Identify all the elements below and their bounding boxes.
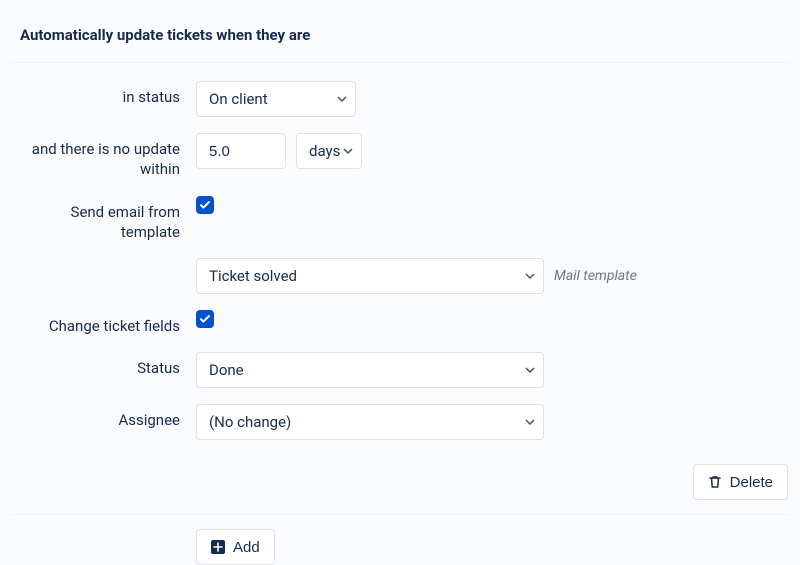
plus-icon	[211, 540, 225, 554]
row-assignee: Assignee (No change)	[12, 404, 788, 440]
duration-unit-select[interactable]: days	[296, 133, 362, 169]
automation-panel: Automatically update tickets when they a…	[0, 0, 800, 565]
duration-unit-value: days	[309, 142, 340, 160]
check-icon	[199, 313, 211, 325]
chevron-down-icon	[337, 94, 347, 104]
new-status-value: Done	[209, 361, 244, 379]
label-assignee: Assignee	[12, 404, 196, 430]
label-in-status: in status	[12, 81, 196, 107]
row-new-status: Status Done	[12, 352, 788, 388]
section-title: Automatically update tickets when they a…	[12, 20, 788, 63]
row-send-email: Send email from template	[12, 196, 788, 243]
label-send-email: Send email from template	[12, 196, 196, 243]
assignee-select[interactable]: (No change)	[196, 404, 544, 440]
assignee-value: (No change)	[209, 413, 291, 431]
delete-row: Delete	[12, 456, 788, 515]
send-email-checkbox[interactable]	[196, 196, 214, 214]
row-change-fields: Change ticket fields	[12, 310, 788, 336]
check-icon	[199, 199, 211, 211]
duration-value-input[interactable]	[196, 133, 286, 169]
mail-template-value: Ticket solved	[209, 267, 297, 285]
status-filter-select[interactable]: On client	[196, 81, 356, 117]
row-mail-template: Ticket solved Mail template	[12, 258, 788, 294]
row-no-update: and there is no update within days	[12, 133, 788, 180]
trash-icon	[708, 475, 722, 489]
chevron-down-icon	[343, 146, 353, 156]
delete-button[interactable]: Delete	[693, 464, 788, 500]
chevron-down-icon	[525, 271, 535, 281]
row-in-status: in status On client	[12, 81, 788, 117]
add-button-label: Add	[233, 539, 260, 556]
status-filter-value: On client	[209, 90, 268, 108]
add-row: Add	[196, 515, 788, 565]
chevron-down-icon	[525, 365, 535, 375]
label-change-fields: Change ticket fields	[12, 310, 196, 336]
rule-rows: in status On client and there is no upda…	[12, 63, 788, 565]
delete-button-label: Delete	[730, 474, 773, 491]
mail-template-select[interactable]: Ticket solved	[196, 258, 544, 294]
mail-template-hint: Mail template	[554, 268, 637, 284]
label-status: Status	[12, 352, 196, 378]
new-status-select[interactable]: Done	[196, 352, 544, 388]
add-button[interactable]: Add	[196, 529, 275, 565]
chevron-down-icon	[525, 417, 535, 427]
label-no-update: and there is no update within	[12, 133, 196, 180]
change-fields-checkbox[interactable]	[196, 310, 214, 328]
